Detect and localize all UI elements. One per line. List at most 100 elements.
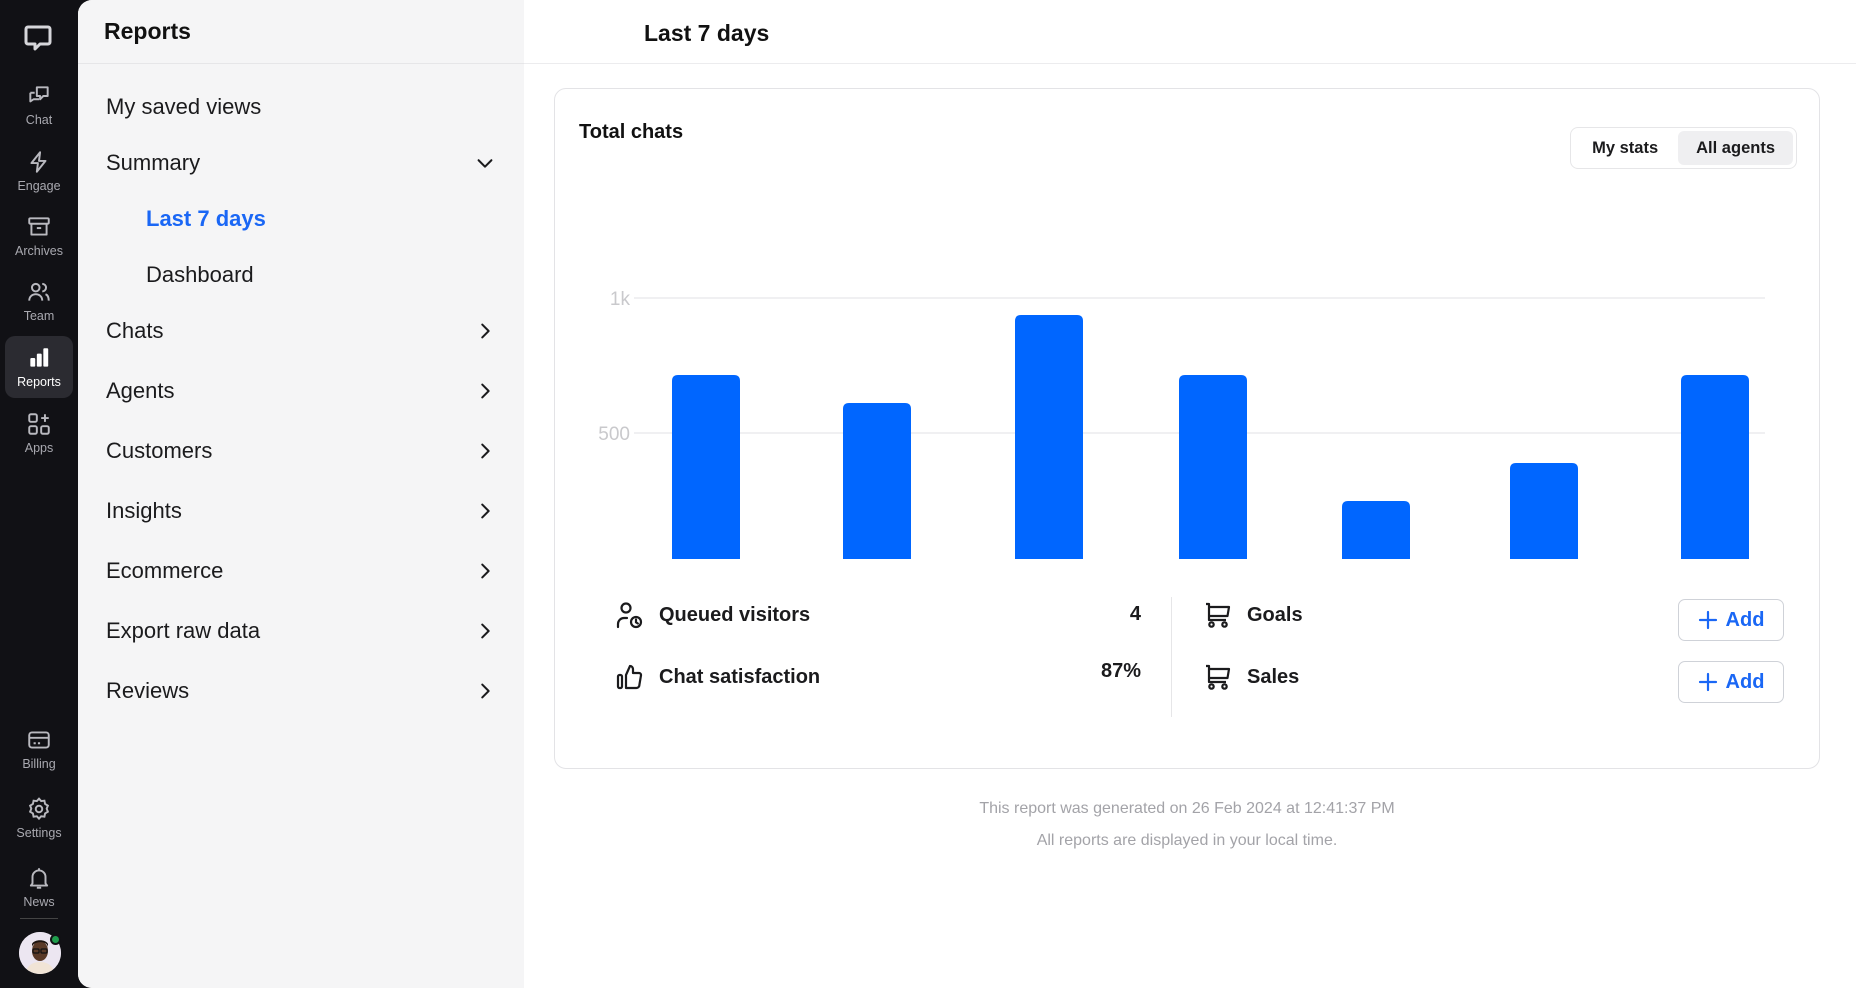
rail-item-settings[interactable]: Settings <box>5 787 73 849</box>
rail-item-archives[interactable]: Archives <box>5 205 73 267</box>
subnav-title: Reports <box>104 18 191 44</box>
subnav-item-label: My saved views <box>106 94 262 119</box>
report-generated-note: This report was generated on 26 Feb 2024… <box>979 800 1395 817</box>
subnav-item-my-saved-views[interactable]: My saved views <box>78 82 524 132</box>
stats-scope-toggle: My stats All agents <box>1570 127 1797 169</box>
subnav-item-last-7-days[interactable]: Last 7 days <box>78 194 524 244</box>
rail-item-label: Engage <box>17 179 61 193</box>
bar-chart-icon <box>30 348 49 367</box>
chevron-right-icon[interactable] <box>474 500 496 522</box>
my-stats-tab[interactable]: My stats <box>1574 131 1676 165</box>
rail-item-engage[interactable]: Engage <box>5 140 73 202</box>
subnav-item-label: Reviews <box>106 678 190 703</box>
subnav-item-dashboard[interactable]: Dashboard <box>78 250 524 300</box>
total-chats-chart: 05001kTueWedThuFriSatSunMon <box>555 189 1821 559</box>
stat-label: Chat satisfaction <box>659 665 821 688</box>
content-area: Reports My saved views Summary Last 7 da… <box>78 0 1856 988</box>
stat-label: Sales <box>1247 665 1300 688</box>
cart-icon <box>1206 664 1231 690</box>
main-panel: Last 7 days Total chats My stats All age… <box>524 0 1856 988</box>
chevron-right-icon[interactable] <box>474 440 496 462</box>
add-button-label: Add <box>1725 670 1765 693</box>
subnav-item-summary[interactable]: Summary <box>78 138 524 188</box>
chat-bubble-logo-icon[interactable] <box>22 22 54 54</box>
chat-icon <box>29 86 49 103</box>
bar-tue <box>672 374 740 559</box>
stat-goals: Goals <box>1203 595 1303 635</box>
add-goals-button[interactable]: Add <box>1678 599 1784 641</box>
rail-item-label: News <box>23 895 55 909</box>
chevron-down-icon[interactable] <box>474 152 496 174</box>
plus-icon <box>1698 610 1717 630</box>
bar-chart: 05001kTueWedThuFriSatSunMon <box>598 289 1765 559</box>
stat-value-queued-visitors: 4 <box>1129 603 1141 625</box>
lightning-icon <box>30 151 47 173</box>
rail-item-reports[interactable]: Reports <box>5 336 73 398</box>
cart-icon <box>1206 602 1231 628</box>
rail-item-label: Settings <box>16 826 62 840</box>
archive-icon <box>28 217 50 236</box>
subnav-item-label: Customers <box>106 438 213 463</box>
chevron-right-icon[interactable] <box>474 680 496 702</box>
total-chats-card: Total chats My stats All agents 05001kTu… <box>554 88 1820 769</box>
subnav-item-chats[interactable]: Chats <box>78 306 524 356</box>
bell-icon <box>29 868 49 889</box>
stat-sales: Sales <box>1203 657 1299 697</box>
card-title: Total chats <box>579 121 684 143</box>
stat-value-chat-satisfaction: 87% <box>1100 660 1141 682</box>
primary-rail: Chat Engage Archives Team Reports Apps B… <box>0 0 78 988</box>
plus-icon <box>1698 672 1717 692</box>
subnav-item-insights[interactable]: Insights <box>78 486 524 536</box>
rail-item-billing[interactable]: Billing <box>5 718 73 780</box>
subnav-item-reviews[interactable]: Reviews <box>78 666 524 716</box>
bar-mon <box>1681 374 1749 559</box>
rail-item-chat[interactable]: Chat <box>5 74 73 136</box>
rail-item-label: Reports <box>17 375 61 389</box>
subnav-item-agents[interactable]: Agents <box>78 366 524 416</box>
subnav-item-customers[interactable]: Customers <box>78 426 524 476</box>
rail-item-label: Apps <box>24 441 54 455</box>
subnav-header: Reports <box>78 0 524 64</box>
stat-queued-visitors: Queued visitors <box>615 595 810 635</box>
chevron-right-icon[interactable] <box>474 560 496 582</box>
chevron-right-icon[interactable] <box>474 320 496 342</box>
subnav-item-label: Dashboard <box>146 262 254 287</box>
main-header: Last 7 days <box>524 0 1856 64</box>
y-tick-label: 500 <box>598 424 630 445</box>
subnav-item-export-raw-data[interactable]: Export raw data <box>78 606 524 656</box>
stat-chat-satisfaction: Chat satisfaction <box>615 657 820 697</box>
reports-subnav: Reports My saved views Summary Last 7 da… <box>78 0 524 988</box>
subnav-item-label: Insights <box>106 498 182 523</box>
subnav-item-label: Ecommerce <box>106 558 224 583</box>
gear-icon <box>28 797 50 821</box>
local-time-note: All reports are displayed in your local … <box>1036 832 1338 849</box>
subnav-item-label: Agents <box>106 378 175 403</box>
bar-fri <box>1179 374 1247 559</box>
rail-item-label: Team <box>23 309 55 323</box>
app-root: Chat Engage Archives Team Reports Apps B… <box>0 0 1856 988</box>
bar-wed <box>843 403 911 559</box>
stat-label: Queued visitors <box>659 603 811 626</box>
all-agents-tab[interactable]: All agents <box>1678 131 1793 165</box>
rail-item-apps[interactable]: Apps <box>5 402 73 464</box>
thumbs-up-icon <box>616 664 643 690</box>
online-status-dot <box>50 934 61 945</box>
add-sales-button[interactable]: Add <box>1678 661 1784 703</box>
rail-divider <box>20 918 58 919</box>
rail-item-label: Chat <box>25 113 53 127</box>
rail-item-news[interactable]: News <box>5 856 73 918</box>
subnav-item-label: Last 7 days <box>146 206 266 231</box>
add-button-label: Add <box>1725 608 1765 631</box>
rail-item-label: Billing <box>22 757 56 771</box>
subnav-item-ecommerce[interactable]: Ecommerce <box>78 546 524 596</box>
rail-item-label: Archives <box>15 244 63 258</box>
chevron-right-icon[interactable] <box>474 380 496 402</box>
apps-icon <box>28 413 50 435</box>
stat-label: Goals <box>1247 603 1303 626</box>
bar-sat <box>1342 501 1410 559</box>
chevron-right-icon[interactable] <box>474 620 496 642</box>
rail-item-team[interactable]: Team <box>5 270 73 332</box>
stats-section: Queued visitors 4 Chat satisfaction 87% … <box>555 589 1821 729</box>
bar-thu <box>1015 315 1083 559</box>
user-clock-icon <box>616 602 643 629</box>
